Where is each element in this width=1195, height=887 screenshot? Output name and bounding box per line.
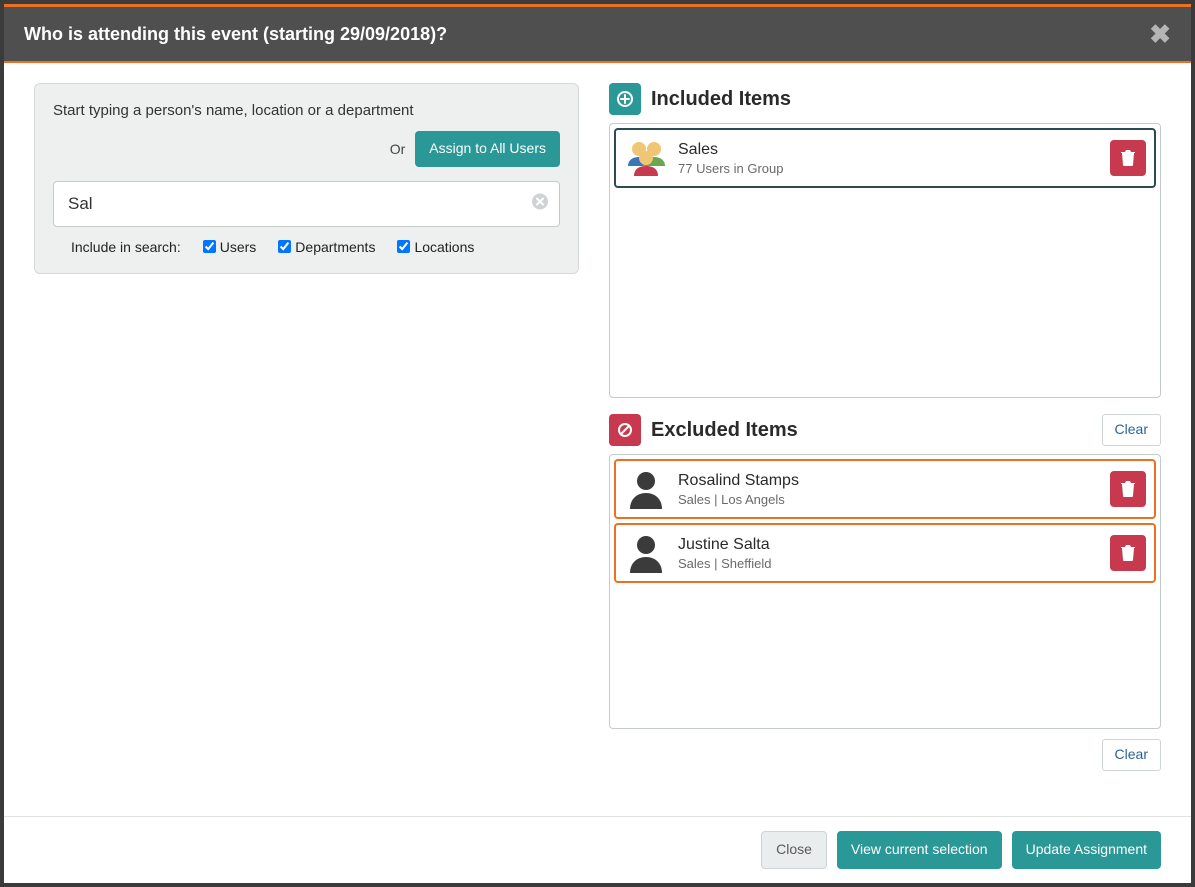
include-label: Include in search:	[71, 239, 181, 255]
excluded-title: Excluded Items	[651, 419, 798, 442]
modal-footer: Close View current selection Update Assi…	[4, 816, 1191, 883]
update-assignment-button[interactable]: Update Assignment	[1012, 831, 1161, 869]
delete-excluded-button[interactable]	[1110, 535, 1146, 571]
clear-excluded-button[interactable]: Clear	[1102, 414, 1161, 446]
item-title: Rosalind Stamps	[678, 472, 1110, 490]
filter-departments[interactable]: Departments	[278, 239, 375, 255]
close-icon[interactable]: ✖	[1149, 21, 1171, 47]
user-icon	[624, 467, 668, 511]
or-label: Or	[390, 141, 406, 157]
trash-icon	[1121, 481, 1135, 497]
included-list: Sales 77 Users in Group	[609, 123, 1161, 398]
trash-icon	[1121, 150, 1135, 166]
filter-users[interactable]: Users	[203, 239, 257, 255]
group-icon	[624, 136, 668, 180]
item-sub: Sales | Los Angels	[678, 492, 1110, 507]
included-item[interactable]: Sales 77 Users in Group	[614, 128, 1156, 188]
assign-all-button[interactable]: Assign to All Users	[415, 131, 560, 167]
clear-input-icon[interactable]	[532, 193, 548, 214]
attendance-modal: Who is attending this event (starting 29…	[4, 4, 1191, 883]
item-sub: 77 Users in Group	[678, 161, 1110, 176]
search-input[interactable]	[53, 181, 560, 227]
clear-all-button[interactable]: Clear	[1102, 739, 1161, 771]
user-icon	[624, 531, 668, 575]
filter-locations[interactable]: Locations	[397, 239, 474, 255]
modal-header: Who is attending this event (starting 29…	[4, 7, 1191, 63]
ban-icon	[609, 414, 641, 446]
included-title: Included Items	[651, 88, 791, 111]
item-sub: Sales | Sheffield	[678, 556, 1110, 571]
modal-title: Who is attending this event (starting 29…	[24, 24, 447, 45]
close-button[interactable]: Close	[761, 831, 827, 869]
item-title: Justine Salta	[678, 536, 1110, 554]
filter-locations-checkbox[interactable]	[397, 240, 410, 253]
excluded-list: Rosalind Stamps Sales | Los Angels Justi…	[609, 454, 1161, 729]
item-title: Sales	[678, 141, 1110, 159]
plus-circle-icon	[609, 83, 641, 115]
filter-users-checkbox[interactable]	[203, 240, 216, 253]
search-hint: Start typing a person's name, location o…	[53, 102, 560, 119]
delete-included-button[interactable]	[1110, 140, 1146, 176]
delete-excluded-button[interactable]	[1110, 471, 1146, 507]
search-panel: Start typing a person's name, location o…	[34, 83, 579, 274]
view-selection-button[interactable]: View current selection	[837, 831, 1002, 869]
trash-icon	[1121, 545, 1135, 561]
filter-departments-checkbox[interactable]	[278, 240, 291, 253]
excluded-item[interactable]: Justine Salta Sales | Sheffield	[614, 523, 1156, 583]
excluded-item[interactable]: Rosalind Stamps Sales | Los Angels	[614, 459, 1156, 519]
